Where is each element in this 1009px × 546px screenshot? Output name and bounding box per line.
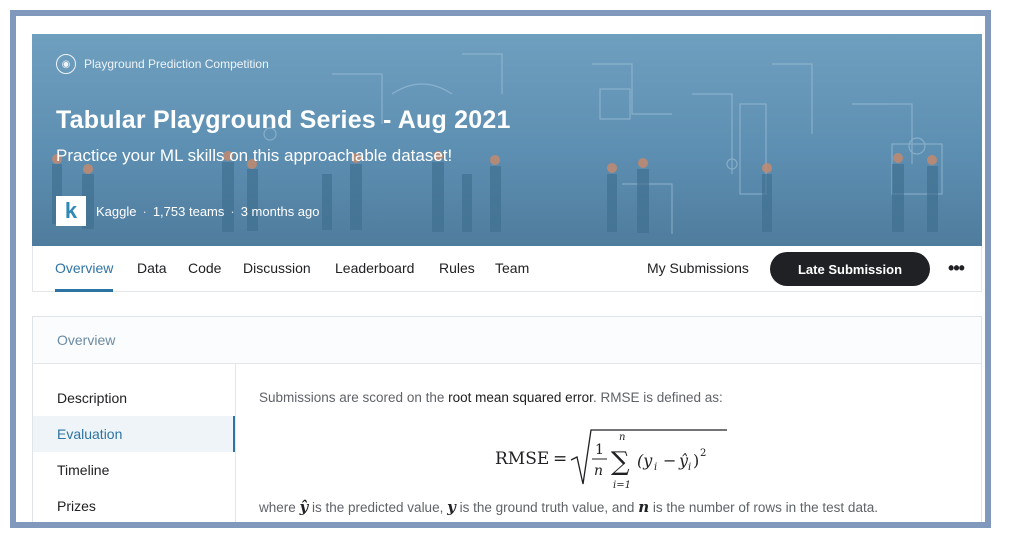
competition-meta: k Kaggle · 1,753 teams · 3 months ago [56, 196, 320, 226]
sidebar-item-evaluation[interactable]: Evaluation [33, 416, 235, 452]
svg-text:1: 1 [595, 442, 604, 458]
intro-text: Submissions are scored on the [259, 390, 449, 405]
competition-type-label: Playground Prediction Competition [84, 57, 269, 71]
svg-text:i=1: i=1 [613, 480, 631, 491]
competition-type: ◉ Playground Prediction Competition [56, 54, 269, 74]
tab-discussion[interactable]: Discussion [243, 246, 311, 290]
competition-nav: Overview Data Code Discussion Leaderboar… [32, 246, 982, 292]
intro-text-end: . RMSE is defined as: [592, 390, 723, 405]
competition-subtitle: Practice your ML skills on this approach… [56, 146, 453, 165]
svg-text:−: − [663, 451, 676, 470]
evaluation-variables: where ŷ is the predicted value, y is the… [259, 498, 878, 516]
svg-text:): ) [693, 451, 699, 470]
overview-sidebar: Description Evaluation Timeline Prizes [33, 364, 236, 522]
evaluation-content: Submissions are scored on the root mean … [259, 364, 981, 522]
svg-text:=: = [553, 449, 567, 469]
svg-text:n: n [619, 432, 625, 443]
panel-header: Overview [33, 317, 981, 364]
kaggle-logo[interactable]: k [56, 196, 86, 226]
tab-code[interactable]: Code [188, 246, 221, 290]
svg-text:(y: (y [637, 451, 653, 470]
svg-text:n: n [594, 463, 603, 479]
var-yhat: ŷ [299, 498, 309, 516]
var-n: n [638, 498, 650, 516]
vars-text: where [259, 500, 300, 515]
sidebar-item-prizes[interactable]: Prizes [33, 488, 235, 522]
evaluation-intro: Submissions are scored on the root mean … [259, 390, 723, 405]
svg-text:2: 2 [700, 448, 706, 459]
tab-rules[interactable]: Rules [439, 246, 475, 290]
svg-text:∑: ∑ [611, 447, 630, 477]
vars-text: is the number of rows in the test data. [649, 500, 878, 515]
vars-text: is the ground truth value, and [455, 500, 639, 515]
svg-text:i: i [688, 462, 691, 473]
sidebar-item-timeline[interactable]: Timeline [33, 452, 235, 488]
more-options-icon[interactable]: ••• [941, 258, 971, 278]
late-submission-button[interactable]: Late Submission [770, 252, 930, 286]
vars-text: is the predicted value, [308, 500, 448, 515]
var-y: y [447, 498, 456, 516]
competition-date: 3 months ago [240, 203, 320, 219]
playground-icon: ◉ [56, 54, 76, 74]
tab-team[interactable]: Team [495, 246, 529, 290]
screenshot-frame: ◉ Playground Prediction Competition Tabu… [10, 10, 991, 528]
tab-leaderboard[interactable]: Leaderboard [335, 246, 414, 290]
team-count: 1,753 teams [152, 203, 225, 219]
meta-separator: · [230, 203, 235, 219]
svg-text:i: i [654, 462, 657, 473]
panel-title: Overview [57, 332, 116, 348]
competition-banner: ◉ Playground Prediction Competition Tabu… [32, 34, 982, 246]
host-name[interactable]: Kaggle [96, 204, 136, 219]
formula-label: RMSE [495, 449, 549, 469]
my-submissions-link[interactable]: My Submissions [647, 246, 749, 290]
tab-data[interactable]: Data [137, 246, 167, 290]
meta-separator: · [142, 203, 147, 219]
tab-overview[interactable]: Overview [55, 246, 114, 292]
metric-name: root mean squared error [448, 390, 593, 405]
competition-title: Tabular Playground Series - Aug 2021 [56, 106, 511, 134]
overview-panel: Overview Description Evaluation Timeline… [32, 316, 982, 522]
sidebar-item-description[interactable]: Description [33, 380, 235, 416]
rmse-formula: RMSE = 1 n ∑ n i=1 (y i − ŷ i ) 2 [495, 429, 727, 491]
